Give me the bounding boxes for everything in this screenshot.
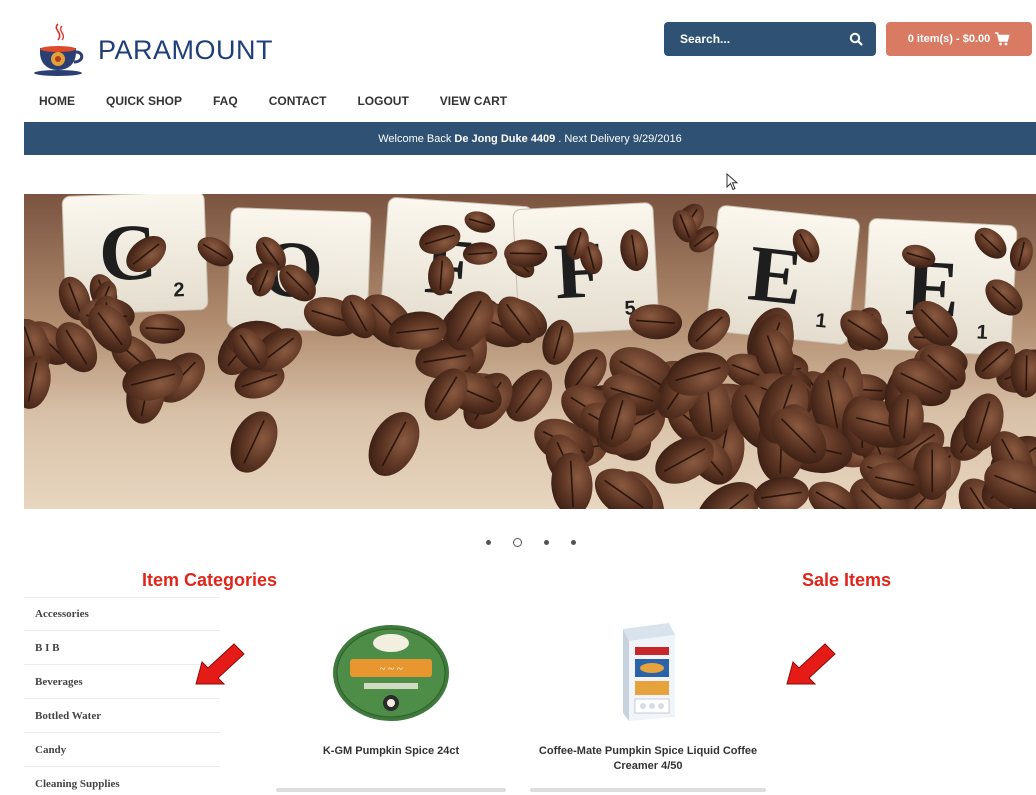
customer-name: De Jong Duke 4409 bbox=[454, 132, 556, 145]
carousel-dot-3[interactable] bbox=[544, 539, 549, 545]
carousel-dot-4[interactable] bbox=[571, 539, 576, 545]
category-accessories[interactable]: Accessories bbox=[24, 597, 220, 631]
coffee-cup-logo-icon bbox=[34, 23, 84, 76]
product-image[interactable]: ~ ~ ~ bbox=[276, 612, 506, 734]
site-logo[interactable]: PARAMOUNT bbox=[32, 22, 322, 78]
cart-button[interactable]: 0 item(s) - $0.00 bbox=[886, 22, 1032, 56]
category-candy[interactable]: Candy bbox=[24, 733, 220, 767]
product-name[interactable]: Coffee-Mate Pumpkin Spice Liquid Coffee … bbox=[530, 744, 766, 774]
cart-summary: 0 item(s) - $0.00 bbox=[907, 33, 991, 45]
brand-name: PARAMOUNT bbox=[98, 34, 274, 65]
carousel-dots bbox=[486, 536, 576, 548]
product-image[interactable] bbox=[530, 612, 766, 734]
product-divider bbox=[276, 788, 506, 792]
next-delivery: . Next Delivery 9/29/2016 bbox=[558, 132, 682, 145]
coffee-bean-seam bbox=[509, 252, 542, 255]
category-beverages[interactable]: Beverages bbox=[24, 665, 220, 699]
nav-view-cart[interactable]: VIEW CART bbox=[440, 94, 507, 108]
product-divider bbox=[530, 788, 766, 792]
carousel-dot-2[interactable] bbox=[513, 537, 522, 547]
creamer-box-icon bbox=[623, 623, 675, 721]
product-card[interactable]: ~ ~ ~ K-GM Pumpkin Spice 24ct bbox=[276, 612, 506, 759]
sale-items-heading: Sale Items bbox=[802, 570, 892, 590]
nav-home[interactable]: HOME bbox=[39, 94, 75, 108]
main-nav: HOME QUICK SHOP FAQ CONTACT LOGOUT VIEW … bbox=[24, 88, 538, 114]
welcome-prefix: Welcome Back bbox=[378, 132, 452, 145]
tile-score: 1 bbox=[976, 321, 988, 344]
tile-score: 1 bbox=[814, 310, 827, 333]
nav-logout[interactable]: LOGOUT bbox=[357, 94, 408, 108]
categories-heading: Item Categories bbox=[142, 570, 278, 590]
coffee-bean bbox=[753, 476, 809, 509]
hero-image: C2O1F5F5E1E1 bbox=[24, 194, 1036, 509]
carousel-dot-1[interactable] bbox=[486, 539, 491, 545]
cart-icon bbox=[994, 32, 1010, 46]
red-arrow-icon bbox=[786, 643, 836, 685]
category-list: Accessories B I B Beverages Bottled Wate… bbox=[24, 597, 220, 795]
product-name[interactable]: K-GM Pumpkin Spice 24ct bbox=[276, 744, 506, 759]
tile-score: 2 bbox=[173, 279, 185, 301]
mouse-cursor-icon bbox=[726, 173, 739, 191]
category-bottled-water[interactable]: Bottled Water bbox=[24, 699, 220, 733]
welcome-bar: Welcome Back De Jong Duke 4409 . Next De… bbox=[24, 122, 1036, 155]
search-icon[interactable] bbox=[848, 31, 864, 47]
search-box[interactable]: Search... bbox=[664, 22, 876, 56]
nav-quick-shop[interactable]: QUICK SHOP bbox=[106, 94, 182, 108]
search-input[interactable]: Search... bbox=[680, 32, 848, 46]
nav-faq[interactable]: FAQ bbox=[213, 94, 238, 108]
red-arrow-icon bbox=[195, 643, 245, 685]
category-cleaning-supplies[interactable]: Cleaning Supplies bbox=[24, 767, 220, 795]
category-bib[interactable]: B I B bbox=[24, 631, 220, 665]
coffee-bean-seam bbox=[1025, 355, 1028, 392]
svg-text:~ ~ ~: ~ ~ ~ bbox=[379, 663, 402, 675]
nav-contact[interactable]: CONTACT bbox=[269, 94, 327, 108]
k-cup-lid-icon: ~ ~ ~ bbox=[333, 625, 449, 721]
product-card[interactable]: Coffee-Mate Pumpkin Spice Liquid Coffee … bbox=[530, 612, 766, 774]
hero-carousel[interactable]: C2O1F5F5E1E1 bbox=[24, 194, 1036, 509]
